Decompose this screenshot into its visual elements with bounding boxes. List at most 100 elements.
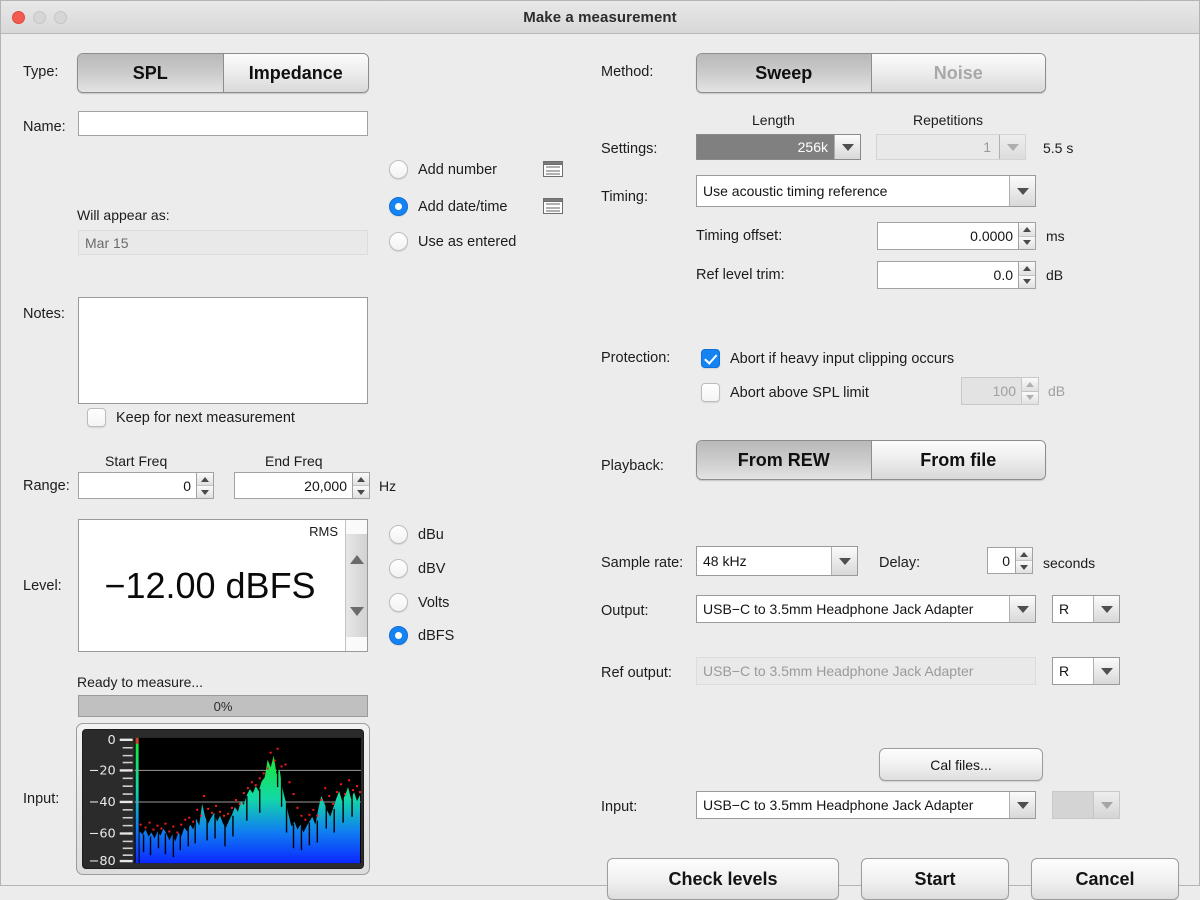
start-freq-decrement[interactable] [197,486,213,498]
radio-indicator[interactable] [389,525,408,544]
playback-option-from-file[interactable]: From file [871,441,1045,479]
radio-indicator[interactable] [389,559,408,578]
timing-offset-decrement[interactable] [1019,236,1035,249]
radio-indicator[interactable] [389,593,408,612]
output-channel-combo[interactable]: R [1052,595,1120,623]
delay-increment[interactable] [1016,548,1032,561]
radio-indicator[interactable] [389,232,408,251]
level-stepper[interactable] [345,520,367,651]
type-option-impedance[interactable]: Impedance [223,54,368,92]
check-levels-button[interactable]: Check levels [607,858,839,900]
delay-stepper[interactable] [1015,547,1033,574]
level-increment[interactable] [346,534,367,586]
checkbox-indicator[interactable] [701,383,720,402]
ref-level-trim-increment[interactable] [1019,262,1035,276]
start-button[interactable]: Start [861,858,1009,900]
cal-files-button[interactable]: Cal files... [879,748,1043,781]
input-device-value[interactable]: USB−C to 3.5mm Headphone Jack Adapter [697,792,1009,818]
chevron-down-icon[interactable] [1093,658,1119,684]
notes-textarea[interactable] [78,297,368,404]
naming-option-label: Use as entered [418,233,517,250]
sample-rate-label: Sample rate: [601,555,684,571]
timing-reference-combo[interactable]: Use acoustic timing reference [696,175,1036,207]
checkbox-indicator[interactable] [701,349,720,368]
start-freq-value[interactable]: 0 [78,472,196,499]
sample-rate-combo[interactable]: 48 kHz [696,546,858,576]
notes-label: Notes: [23,306,65,322]
timing-reference-value[interactable]: Use acoustic timing reference [697,176,1009,206]
radio-indicator[interactable] [389,626,408,645]
delay-spinner[interactable]: 0 [987,547,1033,574]
timing-offset-increment[interactable] [1019,223,1035,237]
playback-segmented-control[interactable]: From REW From file [696,440,1046,480]
ref-level-trim-spinner[interactable]: 0.0 [877,261,1036,289]
end-freq-decrement[interactable] [353,486,369,498]
type-option-spl[interactable]: SPL [78,54,224,92]
level-unit-volts[interactable]: Volts [389,593,449,612]
end-freq-stepper[interactable] [352,472,370,499]
naming-option-use-as-entered[interactable]: Use as entered [389,232,516,251]
spl-limit-stepper [1021,377,1039,405]
name-input[interactable] [78,111,368,136]
sweep-length-value[interactable]: 256k [697,135,834,159]
window-title: Make a measurement [523,8,677,26]
keep-for-next-measurement-checkbox[interactable]: Keep for next measurement [87,408,295,427]
start-freq-stepper[interactable] [196,472,214,499]
level-decrement[interactable] [346,585,367,637]
start-freq-spinner[interactable]: 0 [78,472,214,499]
method-option-sweep[interactable]: Sweep [697,54,872,92]
naming-option-add-number[interactable]: Add number [389,160,497,179]
spectrum-screen: 0 −20 −40 −60 −80 [82,729,364,869]
level-unit-dbu[interactable]: dBu [389,525,444,544]
output-channel-value[interactable]: R [1053,596,1093,622]
svg-text:0: 0 [108,733,116,748]
start-freq-increment[interactable] [197,473,213,486]
timing-offset-stepper[interactable] [1018,222,1036,250]
radio-indicator[interactable] [389,160,408,179]
repetitions-header: Repetitions [913,112,984,128]
sweep-length-combo[interactable]: 256k [696,134,861,160]
ref-level-trim-decrement[interactable] [1019,275,1035,288]
radio-indicator[interactable] [389,197,408,216]
spl-limit-decrement [1022,391,1038,404]
checkbox-indicator[interactable] [87,408,106,427]
settings-label: Settings: [601,141,658,157]
chevron-down-icon[interactable] [1093,596,1119,622]
abort-above-spl-label: Abort above SPL limit [730,384,869,401]
chevron-down-icon[interactable] [831,547,857,575]
sample-rate-value[interactable]: 48 kHz [697,547,831,575]
end-freq-spinner[interactable]: 20,000 [234,472,370,499]
timing-offset-value[interactable]: 0.0000 [877,222,1018,250]
timing-offset-spinner[interactable]: 0.0000 [877,222,1036,250]
abort-on-clipping-checkbox[interactable]: Abort if heavy input clipping occurs [701,349,954,368]
ref-output-channel-combo[interactable]: R [1052,657,1120,685]
output-device-combo[interactable]: USB−C to 3.5mm Headphone Jack Adapter [696,595,1036,623]
playback-option-from-rew[interactable]: From REW [697,441,872,479]
type-segmented-control[interactable]: SPL Impedance [77,53,369,93]
chevron-down-icon[interactable] [1009,596,1035,622]
ref-level-trim-value[interactable]: 0.0 [877,261,1018,289]
ref-output-label: Ref output: [601,665,672,681]
end-freq-value[interactable]: 20,000 [234,472,352,499]
ref-level-trim-stepper[interactable] [1018,261,1036,289]
output-device-value[interactable]: USB−C to 3.5mm Headphone Jack Adapter [697,596,1009,622]
level-unit-dbv[interactable]: dBV [389,559,445,578]
cancel-button[interactable]: Cancel [1031,858,1179,900]
delay-decrement[interactable] [1016,561,1032,573]
input-meter-label: Input: [23,791,60,807]
spl-limit-value: 100 [961,377,1021,405]
add-datetime-settings-icon[interactable] [543,198,563,214]
ref-output-channel-value[interactable]: R [1053,658,1093,684]
chevron-down-icon[interactable] [1009,176,1035,206]
input-device-combo[interactable]: USB−C to 3.5mm Headphone Jack Adapter [696,791,1036,819]
add-number-settings-icon[interactable] [543,161,563,177]
method-segmented-control[interactable]: Sweep Noise [696,53,1046,93]
abort-above-spl-checkbox[interactable]: Abort above SPL limit [701,383,869,402]
level-unit-dbfs[interactable]: dBFS [389,626,454,645]
end-freq-increment[interactable] [353,473,369,486]
chevron-down-icon[interactable] [1009,792,1035,818]
delay-value[interactable]: 0 [987,547,1015,574]
chevron-down-icon[interactable] [834,135,860,159]
title-bar: Make a measurement [1,1,1199,34]
naming-option-add-datetime[interactable]: Add date/time [389,197,507,216]
